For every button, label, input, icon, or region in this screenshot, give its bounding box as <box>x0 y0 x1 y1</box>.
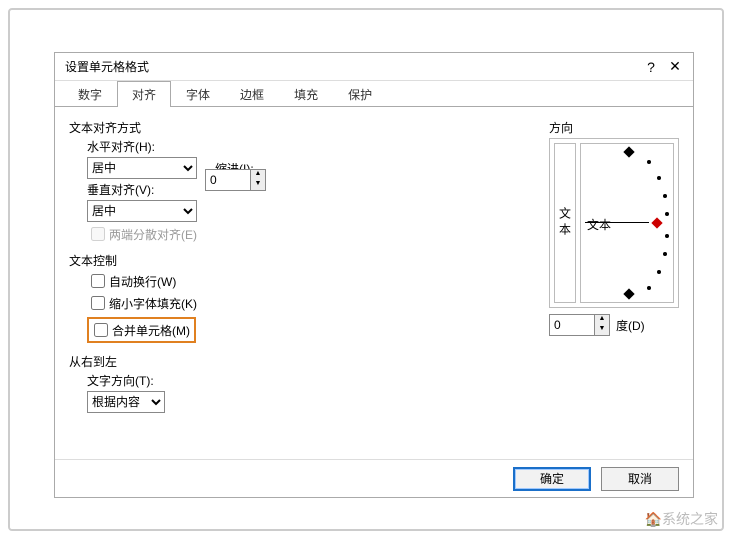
degree-spinner[interactable]: ▲ ▼ <box>549 314 610 336</box>
shrink-fit-label: 缩小字体填充(K) <box>109 295 197 312</box>
degree-input[interactable] <box>550 315 594 335</box>
format-cells-dialog: 设置单元格格式 ? ✕ 数字 对齐 字体 边框 填充 保护 文本对齐方式 水平对… <box>54 52 694 498</box>
titlebar: 设置单元格格式 ? ✕ <box>55 53 693 81</box>
indent-up-icon[interactable]: ▲ <box>251 170 265 180</box>
dialog-title: 设置单元格格式 <box>65 58 639 75</box>
orientation-line <box>585 222 649 223</box>
degree-label: 度(D) <box>616 317 645 334</box>
shrink-fit-checkbox[interactable] <box>91 296 105 310</box>
help-button[interactable]: ? <box>639 59 663 75</box>
merge-cells-row[interactable]: 合并单元格(M) <box>87 317 196 343</box>
dialog-footer: 确定 取消 <box>55 459 693 497</box>
merge-cells-checkbox[interactable] <box>94 323 108 337</box>
tab-number[interactable]: 数字 <box>63 81 117 107</box>
orientation-arc[interactable]: 文本 <box>580 143 674 303</box>
orientation-panel: 方向 文本 文本 <box>549 115 679 336</box>
indent-spinner[interactable]: ▲ ▼ <box>205 169 266 191</box>
horizontal-align-select[interactable]: 居中 <box>87 157 197 179</box>
orientation-90[interactable] <box>623 146 634 157</box>
indent-down-icon[interactable]: ▼ <box>251 180 265 190</box>
tab-alignment[interactable]: 对齐 <box>117 81 171 107</box>
label-text-direction: 文字方向(T): <box>87 372 679 389</box>
degree-down-icon[interactable]: ▼ <box>595 325 609 335</box>
watermark: 🏠系统之家 <box>645 509 718 529</box>
orientation-handle-icon[interactable] <box>651 217 662 228</box>
close-button[interactable]: ✕ <box>663 58 687 75</box>
cancel-button[interactable]: 取消 <box>601 467 679 491</box>
vertical-text-button[interactable]: 文本 <box>554 143 576 303</box>
orientation-box: 文本 文本 <box>549 138 679 308</box>
merge-cells-label: 合并单元格(M) <box>112 322 190 339</box>
tab-font[interactable]: 字体 <box>171 81 225 107</box>
wrap-text-checkbox[interactable] <box>91 274 105 288</box>
justify-distributed-label: 两端分散对齐(E) <box>109 226 197 243</box>
indent-input[interactable] <box>206 170 250 190</box>
degree-up-icon[interactable]: ▲ <box>595 315 609 325</box>
vertical-align-select[interactable]: 居中 <box>87 200 197 222</box>
tab-strip: 数字 对齐 字体 边框 填充 保护 <box>55 81 693 107</box>
orientation-center-label: 文本 <box>587 216 611 233</box>
orientation--90[interactable] <box>623 288 634 299</box>
ok-button[interactable]: 确定 <box>513 467 591 491</box>
text-direction-select[interactable]: 根据内容 <box>87 391 165 413</box>
wrap-text-label: 自动换行(W) <box>109 273 176 290</box>
group-orientation: 方向 <box>549 119 679 136</box>
tab-protection[interactable]: 保护 <box>333 81 387 107</box>
justify-distributed-checkbox <box>91 227 105 241</box>
group-rtl: 从右到左 <box>69 353 679 370</box>
tab-fill[interactable]: 填充 <box>279 81 333 107</box>
tab-border[interactable]: 边框 <box>225 81 279 107</box>
tab-content: 文本对齐方式 水平对齐(H): 居中 缩进(I): 垂直对齐(V): 居中 <box>55 107 693 459</box>
